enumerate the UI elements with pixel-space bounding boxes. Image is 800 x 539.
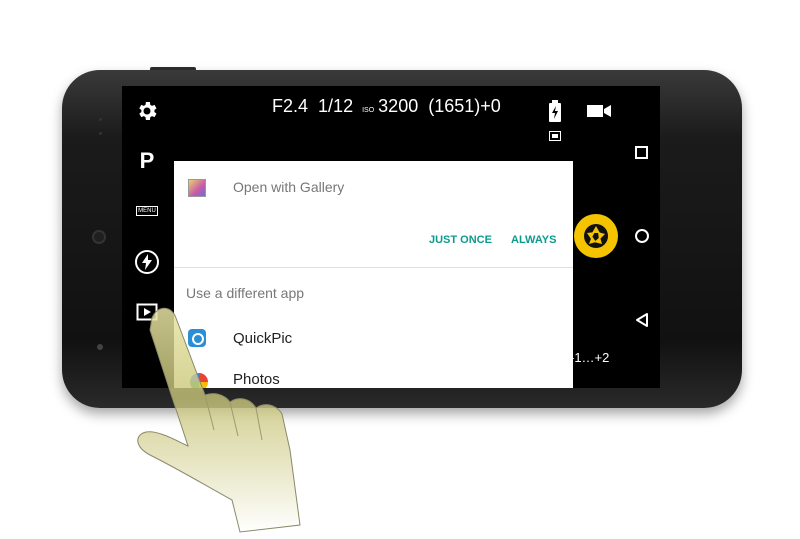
exposure-range-label: -1…+2 (570, 350, 610, 365)
always-button[interactable]: ALWAYS (511, 234, 556, 246)
gallery-preview-icon[interactable] (134, 302, 160, 322)
video-camera-icon[interactable] (586, 102, 612, 120)
settings-gear-icon[interactable] (134, 98, 160, 124)
just-once-button[interactable]: JUST ONCE (429, 234, 492, 246)
back-triangle-icon[interactable] (634, 312, 650, 328)
shutter-button[interactable] (574, 214, 618, 258)
menu-label: MENU (136, 206, 158, 216)
exposure-value: (1651)+0 (428, 96, 501, 116)
photos-icon (190, 373, 208, 388)
shutter-value: 1/12 (318, 96, 354, 116)
aperture-icon (584, 224, 608, 248)
app-item-quickpic[interactable]: QuickPic (174, 317, 573, 359)
menu-button[interactable]: MENU (134, 205, 160, 217)
sd-storage-icon (548, 131, 562, 141)
front-camera-icon (92, 230, 106, 244)
iso-value: 3200 (378, 96, 419, 116)
iso-label: ISO (362, 107, 375, 114)
app-label-quickpic: QuickPic (233, 330, 293, 347)
phone-screen: P MENU F2.4 1/12 ISO 3200 (1651)+0 Open w… (122, 86, 660, 388)
gallery-icon (188, 179, 206, 197)
home-circle-icon[interactable] (635, 229, 649, 243)
open-with-dialog: Open with Gallery JUST ONCE ALWAYS Use a… (174, 161, 573, 388)
open-with-label: Open with Gallery (233, 179, 345, 195)
exposure-status: F2.4 1/12 ISO 3200 (1651)+0 (272, 96, 501, 117)
open-with-gallery-row[interactable]: Open with Gallery (174, 161, 573, 217)
flash-auto-icon[interactable] (133, 248, 161, 276)
app-label-photos: Photos (233, 371, 280, 388)
recent-apps-square-icon[interactable] (635, 146, 648, 159)
sensor-dot (97, 344, 103, 350)
battery-charging-icon (548, 100, 562, 122)
use-different-app-label: Use a different app (186, 285, 305, 301)
mode-program-label[interactable]: P (134, 148, 160, 174)
app-item-photos[interactable]: Photos (174, 361, 573, 388)
dialog-divider (174, 267, 573, 268)
aperture-value: F2.4 (272, 96, 309, 116)
quickpic-icon (188, 329, 206, 347)
